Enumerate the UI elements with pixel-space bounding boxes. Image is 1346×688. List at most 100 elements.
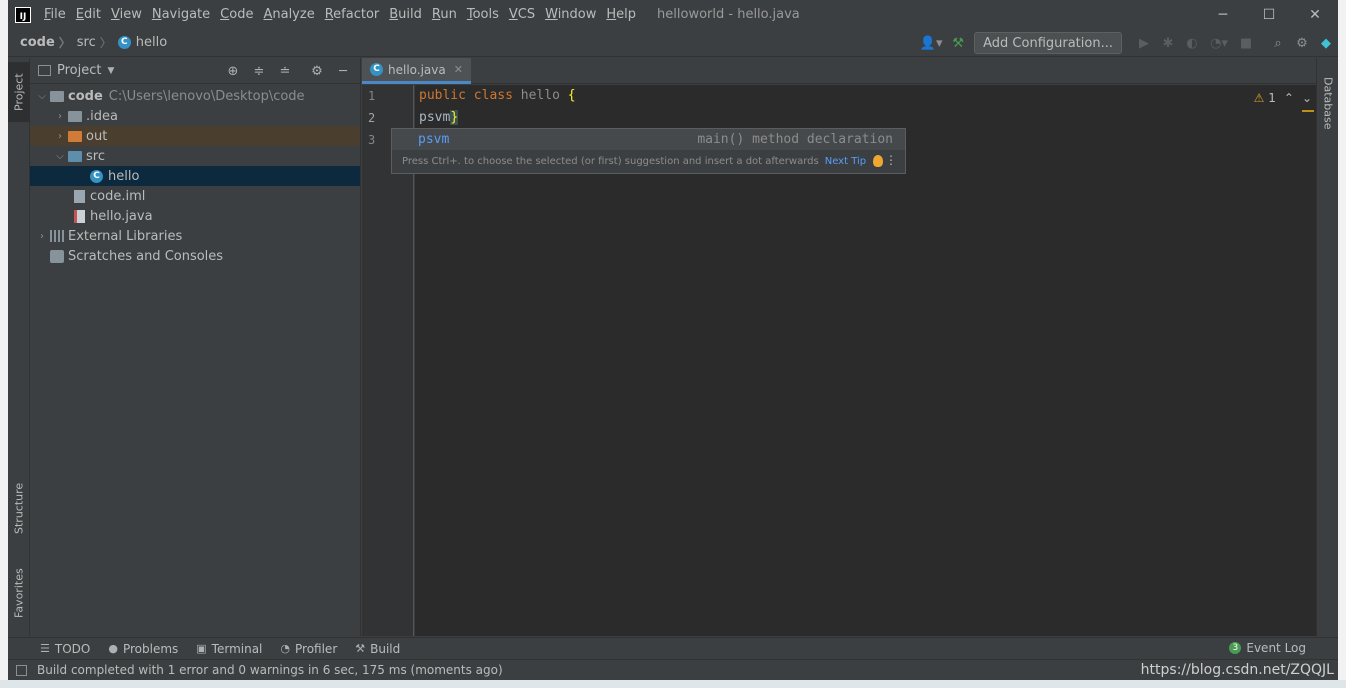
menu-navigate[interactable]: Navigate (147, 7, 215, 22)
tree-item-label: Scratches and Consoles (68, 248, 224, 264)
more-options-icon[interactable]: ⋮ (885, 153, 897, 167)
tab-database[interactable]: Database (1317, 68, 1338, 138)
desktop-bottom-edge (0, 680, 1346, 688)
menu-code[interactable]: Code (215, 7, 258, 22)
tab-project[interactable]: Project (8, 62, 30, 122)
tab-favorites[interactable]: Favorites (8, 558, 30, 628)
gear-icon[interactable]: ⚙ (1290, 31, 1314, 55)
breadcrumb-hello[interactable]: C hello (112, 35, 167, 50)
tree-item-label: code (68, 88, 103, 104)
tab-structure[interactable]: Structure (8, 473, 30, 543)
info-icon: ● (108, 642, 118, 655)
tree-item-code[interactable]: ⌵ code C:\Users\lenovo\Desktop\code (30, 86, 360, 106)
tree-item-src[interactable]: ⌵ src (30, 146, 360, 166)
keyword: public (419, 88, 466, 103)
maximize-button[interactable]: ☐ (1246, 0, 1292, 29)
menu-view[interactable]: View (106, 7, 147, 22)
gear-icon[interactable]: ⚙ (304, 58, 330, 84)
menu-window[interactable]: Window (540, 7, 601, 22)
tab-hello-java[interactable]: C hello.java ✕ (362, 58, 471, 84)
chevron-right-icon[interactable]: › (52, 131, 68, 142)
tree-item-idea[interactable]: › .idea (30, 106, 360, 126)
terminal-tab[interactable]: ▣ Terminal (196, 642, 262, 656)
breadcrumb-code[interactable]: code 〉 (8, 34, 71, 51)
stop-icon[interactable]: ■ (1234, 31, 1258, 55)
menu-vcs[interactable]: VCS (504, 7, 540, 22)
title-bar: IJ File Edit View Navigate Code Analyze … (8, 0, 1338, 29)
menu-tools[interactable]: Tools (462, 7, 504, 22)
expand-all-icon[interactable]: ≑ (246, 58, 272, 84)
event-count-badge: 3 (1229, 642, 1242, 654)
breadcrumb-src[interactable]: src 〉 (71, 34, 112, 51)
completion-tip: Press Ctrl+. to choose the selected (or … (392, 150, 905, 173)
list-icon: ☰ (40, 642, 50, 655)
hide-icon[interactable]: ─ (330, 58, 356, 84)
project-view-selector[interactable]: Project ▼ (30, 63, 114, 78)
chevron-down-icon[interactable]: ⌵ (52, 151, 68, 162)
tree-item-code-iml[interactable]: code.iml (30, 186, 360, 206)
todo-tab[interactable]: ☰ TODO (40, 642, 90, 656)
build-tab[interactable]: ⚒ Build (355, 642, 400, 656)
folder-icon (68, 150, 82, 162)
desktop-right-edge (1338, 0, 1346, 688)
menu-run[interactable]: Run (427, 7, 462, 22)
tree-item-label: src (86, 148, 105, 164)
completion-item[interactable]: psvm main() method declaration (392, 129, 905, 150)
next-highlight-icon[interactable]: ⌄ (1302, 91, 1312, 105)
folder-icon (68, 130, 82, 142)
next-tip-link[interactable]: Next Tip (825, 156, 866, 167)
profiler-tab[interactable]: ◔ Profiler (280, 642, 337, 656)
tree-item-hello[interactable]: C hello (30, 166, 360, 186)
run-icon[interactable]: ▶ (1132, 31, 1156, 55)
tree-item-label: out (86, 128, 108, 144)
debug-icon[interactable]: ✱ (1156, 31, 1180, 55)
tab-label: hello.java (388, 62, 446, 77)
tree-item-external-libraries[interactable]: › External Libraries (30, 226, 360, 246)
add-configuration-button[interactable]: Add Configuration... (974, 32, 1122, 54)
tree-item-hello-java[interactable]: hello.java (30, 206, 360, 226)
code-with-me-icon[interactable]: ◆ (1314, 31, 1338, 55)
status-message[interactable]: Build completed with 1 error and 0 warni… (37, 663, 503, 677)
minimize-button[interactable]: ─ (1200, 0, 1246, 29)
warning-count: 1 (1268, 91, 1276, 105)
tree-item-label: hello.java (90, 208, 153, 224)
menu-refactor[interactable]: Refactor (320, 7, 385, 22)
problems-label: Problems (122, 641, 179, 656)
coverage-icon[interactable]: ◐ (1180, 31, 1204, 55)
warnings-indicator[interactable]: ⚠ 1 (1254, 91, 1276, 105)
toggle-tool-windows-icon[interactable] (16, 664, 27, 676)
menu-file[interactable]: File (39, 7, 71, 22)
lightbulb-icon[interactable] (873, 155, 883, 167)
event-log-tab[interactable]: 3 Event Log (1229, 641, 1306, 655)
build-label: Build (370, 641, 401, 656)
code-line-2: psvm} (419, 110, 459, 125)
breadcrumb-label: src (76, 35, 96, 50)
menu-help[interactable]: Help (601, 7, 641, 22)
left-tool-strip: Project Structure Favorites (8, 58, 30, 636)
problems-tab[interactable]: ● Problems (108, 642, 178, 656)
chevron-right-icon[interactable]: › (34, 231, 50, 242)
menu-edit[interactable]: Edit (71, 7, 106, 22)
user-icon[interactable]: 👤▾ (916, 31, 946, 55)
project-tree: ⌵ code C:\Users\lenovo\Desktop\code › .i… (30, 84, 360, 266)
tree-item-out[interactable]: › out (30, 126, 360, 146)
close-icon[interactable]: ✕ (454, 63, 463, 76)
search-icon[interactable]: ⌕ (1266, 31, 1290, 55)
tree-item-scratches[interactable]: Scratches and Consoles (30, 246, 360, 266)
hammer-build-icon[interactable]: ⚒ (946, 31, 970, 55)
chevron-down-icon[interactable]: ⌵ (34, 91, 50, 102)
previous-highlight-icon[interactable]: ⌃ (1284, 91, 1294, 105)
menu-build[interactable]: Build (384, 7, 427, 22)
profiler-icon: ◔ (280, 642, 290, 655)
folder-icon (50, 90, 64, 102)
close-button[interactable]: ✕ (1292, 0, 1338, 29)
project-panel-header: Project ▼ ⊕ ≑ ≐ ⚙ ─ (30, 58, 360, 84)
locate-icon[interactable]: ⊕ (220, 58, 246, 84)
inspection-widget[interactable]: ⚠ 1 ⌃ ⌄ (1254, 91, 1312, 105)
profile-icon[interactable]: ◔▾ (1204, 31, 1234, 55)
collapse-all-icon[interactable]: ≐ (272, 58, 298, 84)
menu-analyze[interactable]: Analyze (258, 7, 319, 22)
error-stripe-mark[interactable] (1302, 110, 1314, 112)
chevron-right-icon[interactable]: › (52, 111, 68, 122)
breadcrumb-label: hello (135, 35, 168, 50)
